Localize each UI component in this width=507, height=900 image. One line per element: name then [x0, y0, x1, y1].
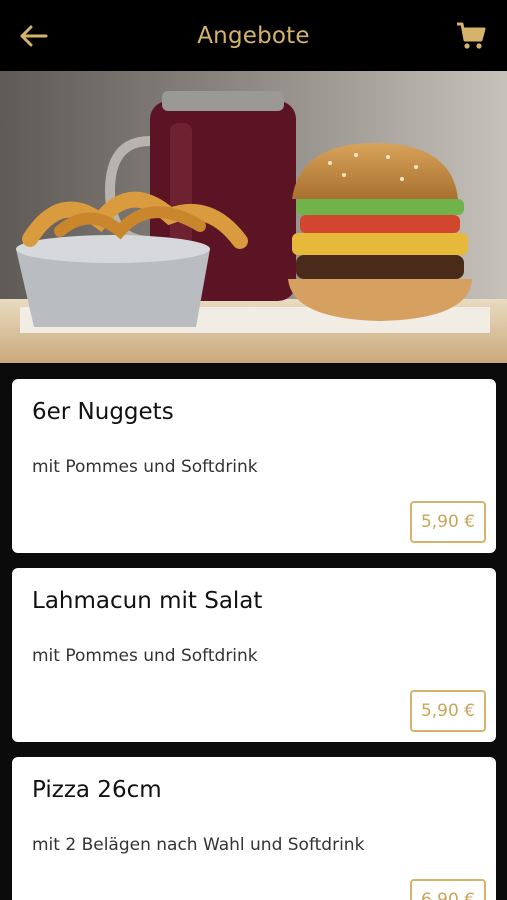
offer-name: Lahmacun mit Salat [32, 588, 263, 614]
offer-name: Pizza 26cm [32, 777, 162, 803]
hero-image [0, 71, 507, 363]
offer-price-button[interactable]: 5,90 € [410, 501, 486, 543]
offer-price-button[interactable]: 6,90 € [410, 879, 486, 900]
offers-list: 6er Nuggets mit Pommes und Softdrink 5,9… [0, 363, 507, 900]
offer-price-button[interactable]: 5,90 € [410, 690, 486, 732]
top-bar: Angebote [0, 0, 507, 71]
arrow-left-icon [20, 25, 48, 47]
offer-card[interactable]: 6er Nuggets mit Pommes und Softdrink 5,9… [12, 379, 496, 553]
offer-description: mit 2 Belägen nach Wahl und Softdrink [32, 835, 365, 855]
burger-fries-drink-photo [0, 71, 507, 363]
offer-description: mit Pommes und Softdrink [32, 646, 258, 666]
offer-name: 6er Nuggets [32, 399, 174, 425]
offer-card[interactable]: Lahmacun mit Salat mit Pommes und Softdr… [12, 568, 496, 742]
page-title: Angebote [197, 22, 310, 49]
shopping-cart-icon [457, 22, 486, 49]
back-button[interactable] [16, 20, 50, 52]
offer-card[interactable]: Pizza 26cm mit 2 Belägen nach Wahl und S… [12, 757, 496, 900]
offer-description: mit Pommes und Softdrink [32, 457, 258, 477]
cart-button[interactable] [453, 18, 489, 54]
